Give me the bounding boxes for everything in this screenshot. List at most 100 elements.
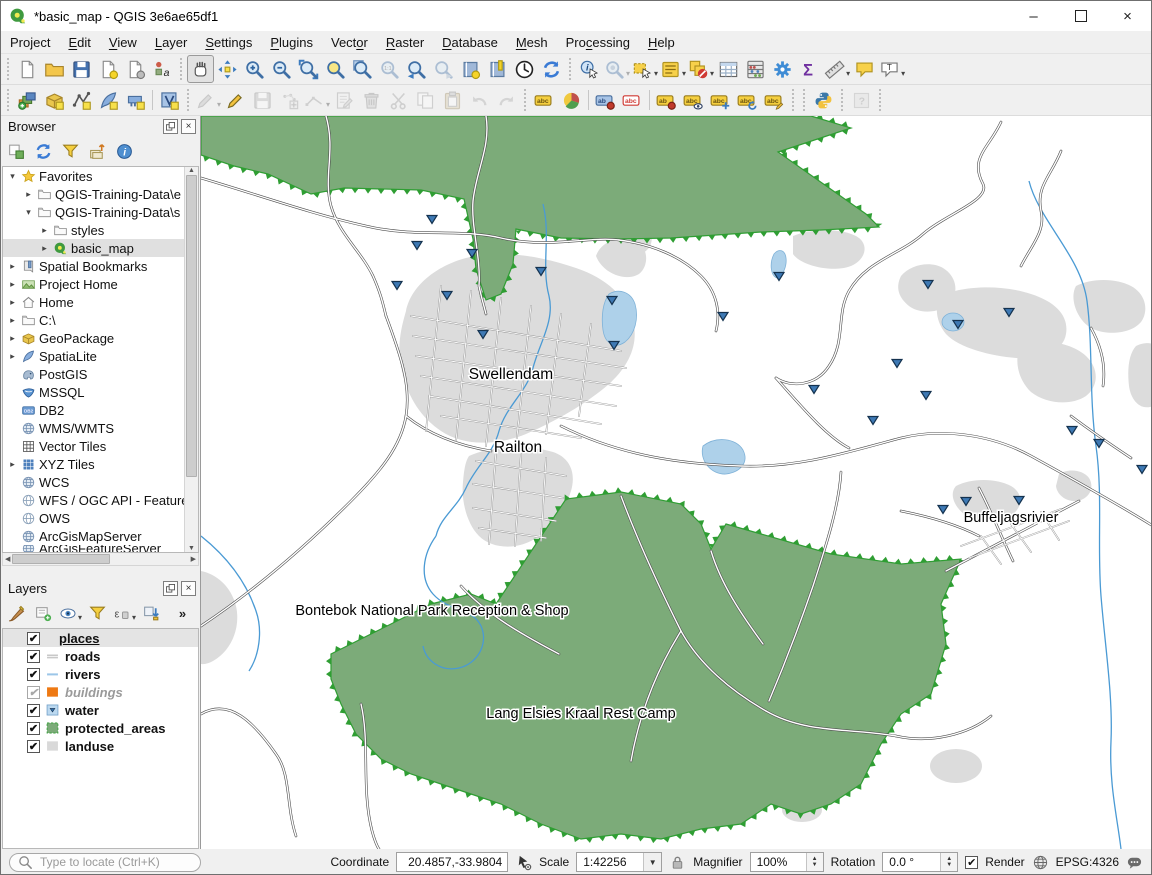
layer-visibility-checkbox[interactable]: ✔ [27, 650, 40, 663]
menu-vector[interactable]: Vector [322, 33, 377, 52]
maximize-button[interactable] [1057, 1, 1104, 31]
identify-features-button[interactable]: i [576, 55, 603, 83]
add-group-button[interactable] [31, 600, 56, 626]
layer-visibility-checkbox[interactable]: ✔ [27, 740, 40, 753]
new-spatialite-layer-button[interactable] [95, 86, 122, 114]
expander-icon[interactable]: ▸ [23, 189, 34, 200]
zoom-full-button[interactable] [295, 55, 322, 83]
select-features-button[interactable]: ▾ [631, 55, 659, 83]
highlight-pinned-labels-button[interactable]: abc [619, 86, 646, 114]
menu-view[interactable]: View [100, 33, 146, 52]
deselect-features-button[interactable]: ▾ [687, 55, 715, 83]
browser-horizontal-scrollbar[interactable]: ◀▶ [2, 553, 199, 566]
browser-item-wcs[interactable]: WCS [3, 473, 184, 491]
change-label-properties-button[interactable]: abc [761, 86, 788, 114]
dropdown-caret-icon[interactable]: ▾ [132, 613, 136, 622]
combo-arrow-icon[interactable]: ▼ [643, 853, 661, 871]
rotation-spinbox[interactable]: 0.0 °▲▼ [882, 852, 958, 872]
statistical-summary-button[interactable]: Σ [796, 55, 823, 83]
layer-visibility-checkbox[interactable]: ✔ [27, 722, 40, 735]
browser-item-project-home[interactable]: ▸Project Home [3, 275, 184, 293]
browser-item-wms-wmts[interactable]: WMS/WMTS [3, 419, 184, 437]
show-layout-manager-button[interactable] [122, 55, 149, 83]
add-selected-layers-button[interactable] [4, 138, 29, 164]
zoom-to-selection-button[interactable] [322, 55, 349, 83]
new-project-button[interactable] [14, 55, 41, 83]
field-calculator-button[interactable] [742, 55, 769, 83]
browser-item-qgis-training-data-s[interactable]: ▾QGIS-Training-Data\s [3, 203, 184, 221]
expand-collapse-all-button[interactable] [139, 600, 164, 626]
toolbar-grip[interactable] [790, 89, 797, 111]
layer-diagram-button[interactable] [558, 86, 585, 114]
browser-item-qgis-training-data-e[interactable]: ▸QGIS-Training-Data\e [3, 185, 184, 203]
layer-item-roads[interactable]: ✔roads [3, 647, 198, 665]
map-canvas[interactable]: Swellendam Railton Bontebok National Par… [201, 116, 1152, 849]
map-canvas-container[interactable]: Swellendam Railton Bontebok National Par… [201, 116, 1152, 849]
locator-box[interactable] [9, 853, 201, 872]
browser-close-button[interactable]: × [181, 119, 196, 134]
dropdown-caret-icon[interactable]: ▾ [326, 100, 330, 109]
browser-item-favorites[interactable]: ▾Favorites [3, 167, 184, 185]
magnifier-spinbox[interactable]: 100%▲▼ [750, 852, 824, 872]
pan-map-button[interactable] [187, 55, 214, 83]
browser-item-arcgisfeatureserver[interactable]: ArcGisFeatureServer [3, 545, 184, 552]
expander-icon[interactable]: ▸ [7, 261, 18, 272]
zoom-out-button[interactable] [268, 55, 295, 83]
rotate-label-button[interactable]: abc [734, 86, 761, 114]
new-bookmark-button[interactable] [457, 55, 484, 83]
browser-item-c[interactable]: ▸C:\ [3, 311, 184, 329]
text-annotation-button[interactable]: T▾ [878, 55, 906, 83]
select-features-by-value-button[interactable]: ▾ [659, 55, 687, 83]
expander-icon[interactable]: ▸ [7, 315, 18, 326]
layers-float-button[interactable] [163, 581, 178, 596]
dropdown-caret-icon[interactable]: ▾ [846, 69, 850, 78]
locator-input[interactable] [38, 854, 193, 870]
browser-item-vector-tiles[interactable]: Vector Tiles [3, 437, 184, 455]
toggle-editing-button[interactable] [222, 86, 249, 114]
temporal-controller-button[interactable] [511, 55, 538, 83]
layers-close-button[interactable]: × [181, 581, 196, 596]
expander-icon[interactable]: ▸ [39, 243, 50, 254]
toolbar-grip[interactable] [5, 58, 12, 80]
layer-visibility-checkbox[interactable]: ✔ [27, 632, 40, 645]
minimize-button[interactable]: – [1010, 1, 1057, 31]
pan-to-selection-button[interactable] [214, 55, 241, 83]
browser-item-mssql[interactable]: MSSQL [3, 383, 184, 401]
panel-splitter[interactable] [1, 566, 200, 578]
browser-item-basic-map[interactable]: ▸basic_map [3, 239, 184, 257]
move-label-button[interactable]: abc [707, 86, 734, 114]
zoom-to-layer-button[interactable] [349, 55, 376, 83]
toolbar-grip[interactable] [185, 89, 192, 111]
measure-line-button[interactable]: ▾ [823, 55, 851, 83]
layer-visibility-checkbox[interactable]: ✔ [27, 686, 40, 699]
layer-visibility-checkbox[interactable]: ✔ [27, 668, 40, 681]
layer-item-buildings[interactable]: ✔buildings [3, 683, 198, 701]
enable-properties-widget-button[interactable]: i [112, 138, 137, 164]
browser-item-styles[interactable]: ▸styles [3, 221, 184, 239]
layer-item-places[interactable]: ✔places [3, 629, 198, 647]
map-tips-button[interactable] [851, 55, 878, 83]
mouse-position-icon[interactable] [515, 854, 532, 871]
scale-combobox[interactable]: 1:42256▼ [576, 852, 662, 872]
toolbar-grip[interactable] [522, 89, 529, 111]
expander-icon[interactable]: ▸ [7, 279, 18, 290]
browser-float-button[interactable] [163, 119, 178, 134]
lock-scale-icon[interactable] [669, 854, 686, 871]
move-label-diagram-button[interactable]: ab [653, 86, 680, 114]
browser-item-geopackage[interactable]: ▸GeoPackage [3, 329, 184, 347]
filter-by-expression-button[interactable]: ε▾ [112, 600, 137, 626]
browser-item-spatial-bookmarks[interactable]: ▸Spatial Bookmarks [3, 257, 184, 275]
show-bookmarks-button[interactable] [484, 55, 511, 83]
dropdown-caret-icon[interactable]: ▾ [710, 69, 714, 78]
menu-raster[interactable]: Raster [377, 33, 433, 52]
expander-icon[interactable]: ▸ [7, 333, 18, 344]
toolbar-grip[interactable] [567, 58, 574, 80]
new-mesh-layer-button[interactable] [122, 86, 149, 114]
dropdown-caret-icon[interactable]: ▾ [217, 100, 221, 109]
scrollbar-thumb[interactable] [186, 175, 197, 477]
new-shapefile-layer-button[interactable] [68, 86, 95, 114]
python-console-button[interactable] [810, 86, 837, 114]
toolbar-grip[interactable] [877, 89, 884, 111]
pin-labels-button[interactable]: ab [592, 86, 619, 114]
processing-toolbox-button[interactable] [769, 55, 796, 83]
